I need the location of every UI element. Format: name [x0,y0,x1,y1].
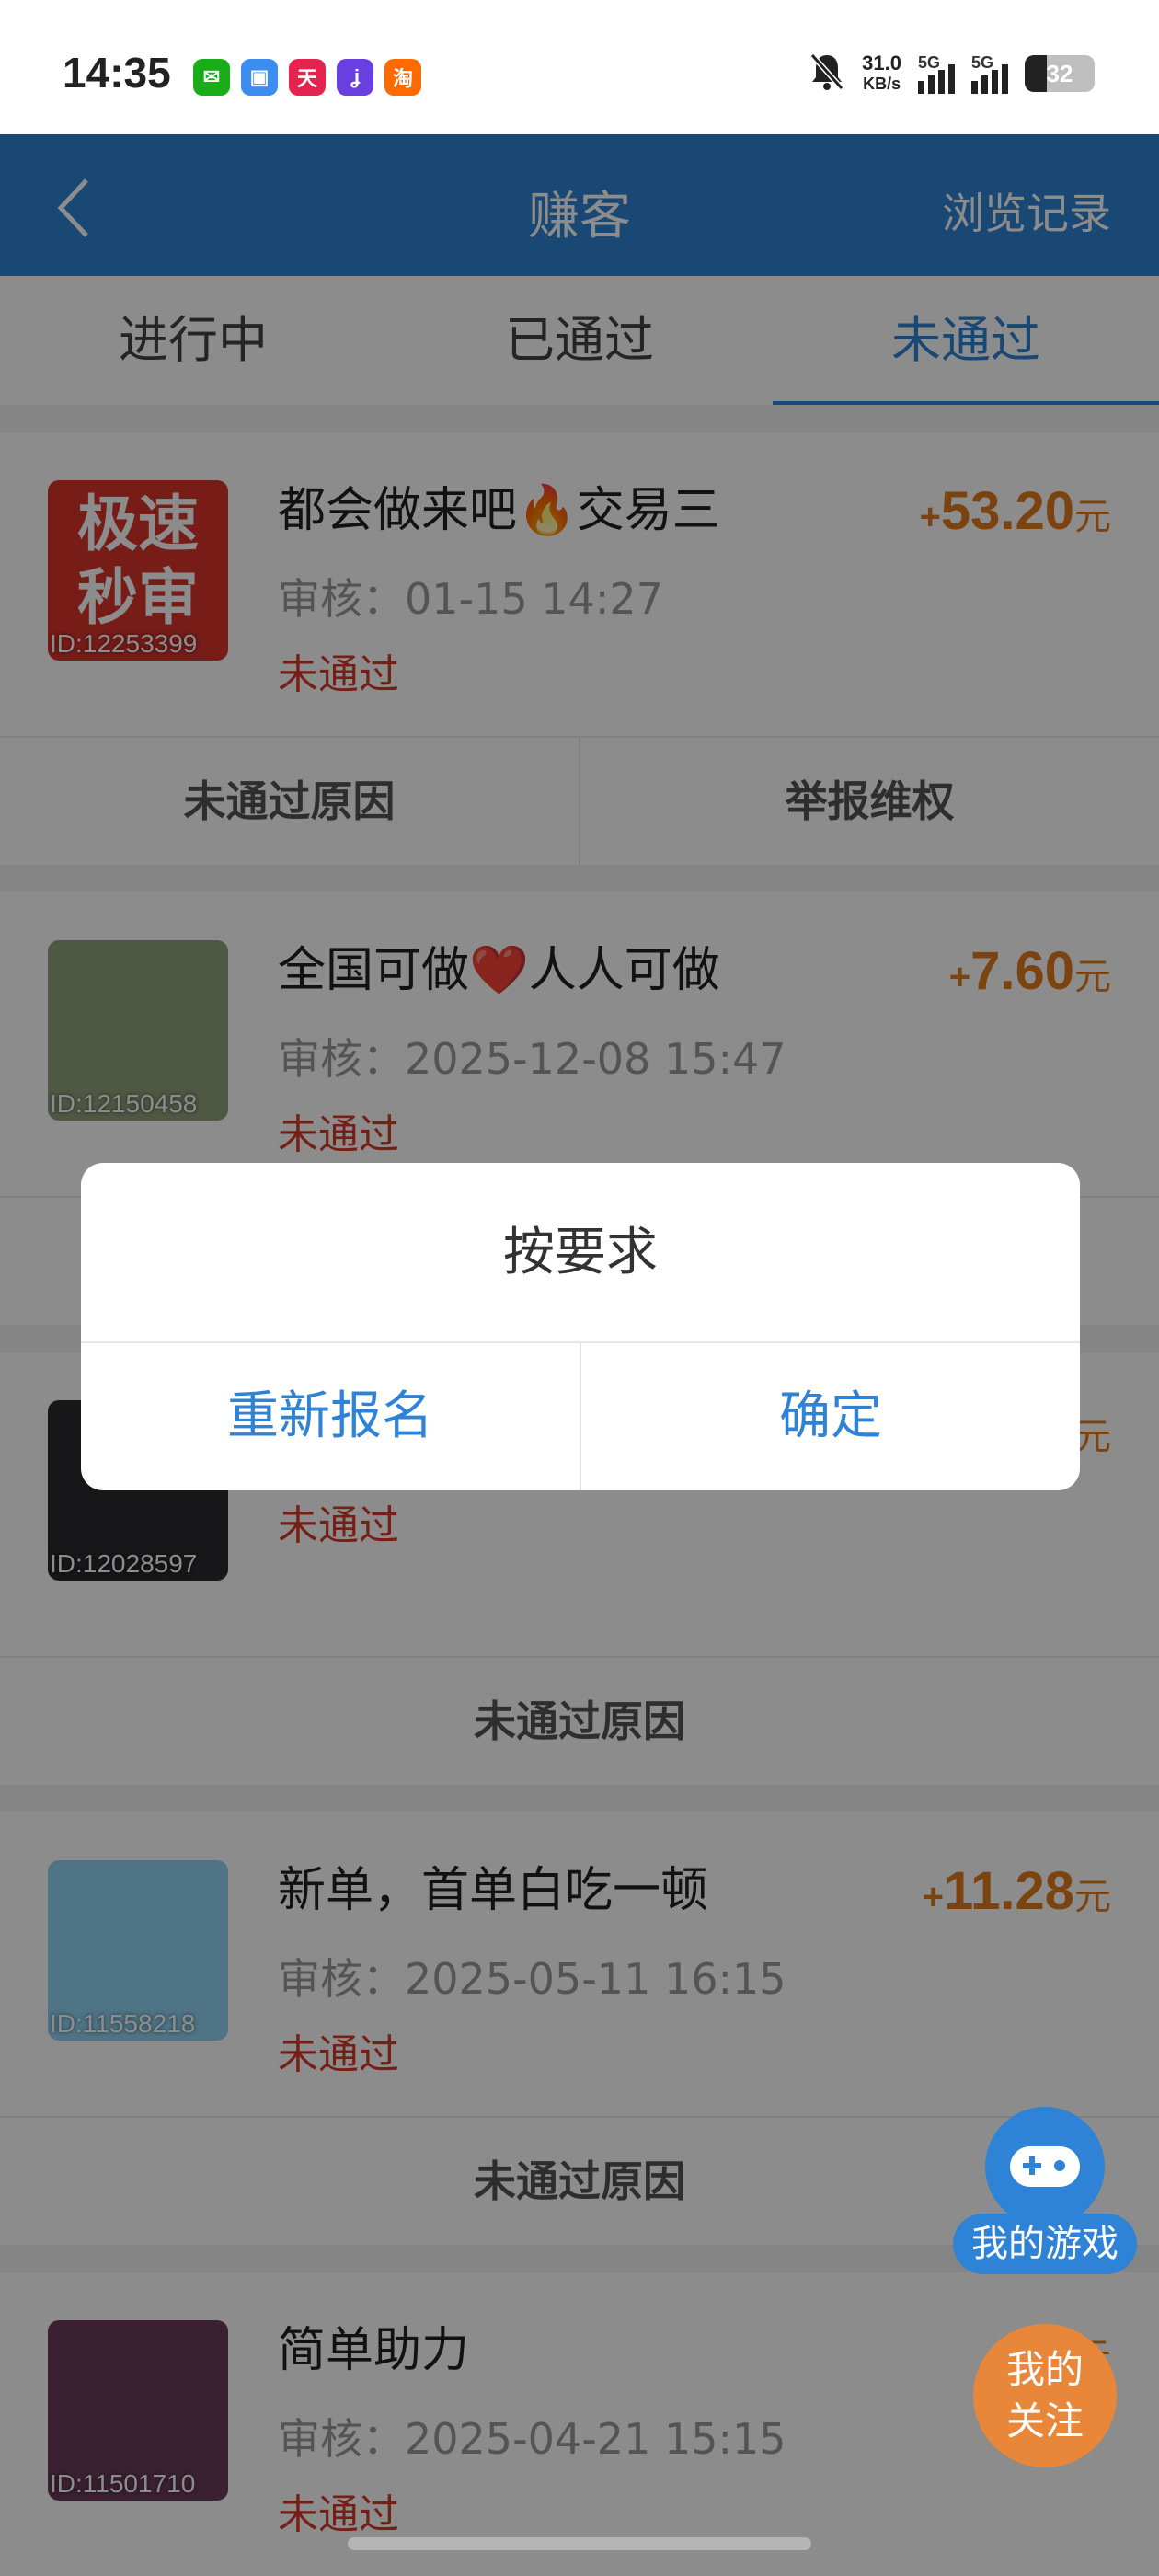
confirm-button[interactable]: 确定 [580,1343,1080,1490]
signal-icon: 5G [918,53,955,94]
my-follows-button[interactable]: 我的关注 [973,2324,1117,2467]
home-indicator[interactable] [348,2537,811,2550]
my-games-label: 我的游戏 [953,2214,1137,2274]
status-time: 14:35 [63,49,171,97]
notification-app-icons: ✉ ▣ 天 ʝ 淘 [193,59,421,96]
re-register-button[interactable]: 重新报名 [81,1343,580,1490]
network-speed: 31.0 KB/s [862,52,901,94]
bell-off-icon [809,52,845,96]
gamepad-icon [985,2107,1105,2226]
alert-dialog: 按要求 重新报名 确定 [81,1163,1080,1490]
status-bar: 14:35 ✉ ▣ 天 ʝ 淘 31.0 KB/s 5G 5G 32 [0,0,1159,134]
wechat-icon: ✉ [193,59,230,96]
taobao-icon: 淘 [384,59,421,96]
my-games-button[interactable]: 我的游戏 [953,2107,1137,2282]
dialog-buttons: 重新报名 确定 [81,1343,1080,1490]
battery-icon: 32 [1025,55,1095,92]
messages-icon: ▣ [241,59,278,96]
signal-icon: 5G [971,53,1008,94]
jd-icon: ʝ [337,59,373,96]
my-follows-label: 我的关注 [1005,2347,1084,2444]
dialog-message: 按要求 [81,1163,1080,1343]
tmall-icon: 天 [289,59,326,96]
status-right-group: 31.0 KB/s 5G 5G 32 [809,52,1095,96]
